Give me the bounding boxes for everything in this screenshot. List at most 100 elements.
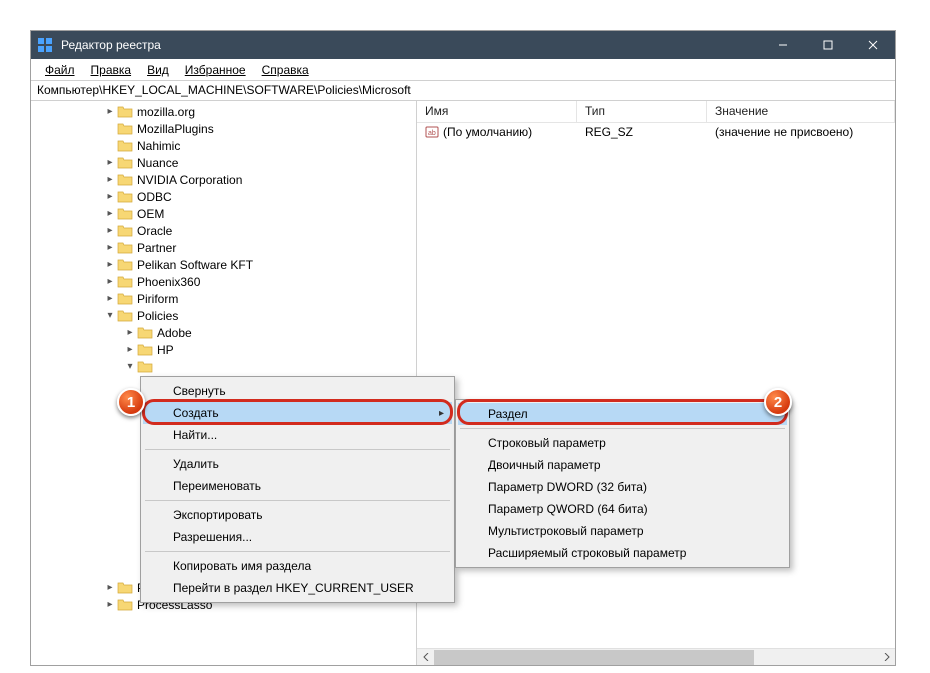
folder-icon bbox=[117, 122, 133, 136]
tree-item-label: mozilla.org bbox=[137, 105, 195, 119]
tree-item[interactable]: ▸ HP bbox=[31, 341, 416, 358]
menu-help[interactable]: Справка bbox=[254, 61, 317, 79]
tree-item[interactable]: ▸ Nuance bbox=[31, 154, 416, 171]
context-submenu-item[interactable]: Параметр QWORD (64 бита) bbox=[458, 498, 787, 520]
tree-item[interactable]: ▸Pelikan Software KFT bbox=[31, 256, 416, 273]
chevron-right-icon[interactable]: ▸ bbox=[103, 106, 117, 117]
tree-item[interactable]: ▸ mozilla.org bbox=[31, 103, 416, 120]
context-menu-item[interactable]: Перейти в раздел HKEY_CURRENT_USER bbox=[143, 577, 452, 599]
context-submenu-item[interactable]: Раздел bbox=[458, 403, 787, 425]
folder-icon bbox=[117, 207, 133, 221]
menu-separator bbox=[145, 551, 450, 552]
folder-icon bbox=[137, 360, 153, 374]
context-submenu-item[interactable]: Мультистроковый параметр bbox=[458, 520, 787, 542]
chevron-right-icon[interactable]: ▸ bbox=[103, 293, 117, 304]
tree-item[interactable]: ▸Oracle bbox=[31, 222, 416, 239]
horizontal-scrollbar[interactable] bbox=[417, 648, 895, 665]
context-submenu-item[interactable]: Двоичный параметр bbox=[458, 454, 787, 476]
chevron-right-icon[interactable]: ▸ bbox=[103, 242, 117, 253]
tree-item-label: Nuance bbox=[137, 156, 178, 170]
window-title: Редактор реестра bbox=[61, 38, 161, 52]
menu-separator bbox=[460, 428, 785, 429]
menu-edit[interactable]: Правка bbox=[83, 61, 140, 79]
menubar: Файл Правка Вид Избранное Справка bbox=[31, 59, 895, 81]
col-header-value[interactable]: Значение bbox=[707, 101, 895, 122]
scroll-left-icon[interactable] bbox=[417, 649, 434, 666]
folder-icon bbox=[117, 309, 133, 323]
tree-item[interactable]: ▸Adobe bbox=[31, 324, 416, 341]
context-submenu-item[interactable]: Строковый параметр bbox=[458, 432, 787, 454]
tree-item[interactable]: Nahimic bbox=[31, 137, 416, 154]
menu-item-label: Удалить bbox=[173, 457, 219, 471]
chevron-right-icon[interactable]: ▸ bbox=[103, 157, 117, 168]
chevron-right-icon[interactable]: ▸ bbox=[123, 327, 137, 338]
value-type: REG_SZ bbox=[577, 125, 707, 139]
tree-item[interactable]: ▸ Phoenix360 bbox=[31, 273, 416, 290]
chevron-down-icon[interactable]: ▾ bbox=[123, 361, 137, 372]
context-menu-item[interactable]: Создать▸ bbox=[143, 402, 452, 424]
tree-item-label: Partner bbox=[137, 241, 176, 255]
menu-item-label: Строковый параметр bbox=[488, 436, 606, 450]
menu-item-label: Двоичный параметр bbox=[488, 458, 601, 472]
context-menu-item[interactable]: Копировать имя раздела bbox=[143, 555, 452, 577]
tree-item[interactable]: MozillaPlugins bbox=[31, 120, 416, 137]
context-submenu-item[interactable]: Расширяемый строковый параметр bbox=[458, 542, 787, 564]
folder-icon bbox=[117, 156, 133, 170]
chevron-right-icon[interactable]: ▸ bbox=[123, 344, 137, 355]
tree-item-label: MozillaPlugins bbox=[137, 122, 214, 136]
tree-item[interactable]: ▸ OEM bbox=[31, 205, 416, 222]
col-header-name[interactable]: Имя bbox=[417, 101, 577, 122]
list-row[interactable]: ab (По умолчанию) REG_SZ (значение не пр… bbox=[417, 123, 895, 141]
chevron-right-icon[interactable]: ▸ bbox=[103, 259, 117, 270]
context-menu: СвернутьСоздать▸Найти... Удалить Переимено… bbox=[140, 376, 455, 603]
context-menu-item[interactable]: Переименовать bbox=[143, 475, 452, 497]
chevron-right-icon[interactable]: ▸ bbox=[103, 174, 117, 185]
context-menu-item[interactable]: Свернуть bbox=[143, 380, 452, 402]
chevron-right-icon[interactable]: ▸ bbox=[103, 582, 117, 593]
address-bar[interactable]: Компьютер\HKEY_LOCAL_MACHINE\SOFTWARE\Po… bbox=[31, 81, 895, 101]
minimize-button[interactable] bbox=[760, 31, 805, 59]
context-menu-item[interactable]: Разрешения... bbox=[143, 526, 452, 548]
menu-separator bbox=[145, 449, 450, 450]
tree-item-label: OEM bbox=[137, 207, 164, 221]
col-header-type[interactable]: Тип bbox=[577, 101, 707, 122]
chevron-down-icon[interactable]: ▾ bbox=[103, 310, 117, 321]
tree-item-label: Phoenix360 bbox=[137, 275, 200, 289]
chevron-right-icon[interactable]: ▸ bbox=[103, 191, 117, 202]
context-submenu: Раздел Строковый параметр Двоичный парамет… bbox=[455, 399, 790, 568]
folder-icon bbox=[137, 343, 153, 357]
tree-item-label: HP bbox=[157, 343, 174, 357]
maximize-button[interactable] bbox=[805, 31, 850, 59]
close-button[interactable] bbox=[850, 31, 895, 59]
menu-view[interactable]: Вид bbox=[139, 61, 177, 79]
menu-favorites[interactable]: Избранное bbox=[177, 61, 254, 79]
menu-item-label: Параметр DWORD (32 бита) bbox=[488, 480, 647, 494]
folder-icon bbox=[117, 224, 133, 238]
folder-icon bbox=[117, 598, 133, 612]
list-pane: Имя Тип Значение ab (По умолчанию) REG_S… bbox=[417, 101, 895, 665]
context-submenu-item[interactable]: Параметр DWORD (32 бита) bbox=[458, 476, 787, 498]
tree-item[interactable]: ▾ bbox=[31, 358, 416, 375]
chevron-right-icon[interactable]: ▸ bbox=[103, 225, 117, 236]
tree-item[interactable]: ▸ODBC bbox=[31, 188, 416, 205]
menu-file[interactable]: Файл bbox=[37, 61, 83, 79]
menu-item-label: Копировать имя раздела bbox=[173, 559, 311, 573]
chevron-right-icon[interactable]: ▸ bbox=[103, 208, 117, 219]
context-menu-item[interactable]: Экспортировать bbox=[143, 504, 452, 526]
submenu-arrow-icon: ▸ bbox=[439, 408, 444, 419]
tree-item[interactable]: ▸ Partner bbox=[31, 239, 416, 256]
menu-item-label: Разрешения... bbox=[173, 530, 252, 544]
window-controls bbox=[760, 31, 895, 59]
context-menu-item[interactable]: Удалить bbox=[143, 453, 452, 475]
folder-icon bbox=[117, 190, 133, 204]
annotation-badge: 1 bbox=[117, 388, 145, 416]
folder-icon bbox=[117, 581, 133, 595]
tree-item[interactable]: ▾Policies bbox=[31, 307, 416, 324]
tree-item[interactable]: ▸ Piriform bbox=[31, 290, 416, 307]
tree-item[interactable]: ▸NVIDIA Corporation bbox=[31, 171, 416, 188]
context-menu-item[interactable]: Найти... bbox=[143, 424, 452, 446]
chevron-right-icon[interactable]: ▸ bbox=[103, 599, 117, 610]
tree-item-label: Piriform bbox=[137, 292, 178, 306]
scroll-right-icon[interactable] bbox=[878, 649, 895, 666]
chevron-right-icon[interactable]: ▸ bbox=[103, 276, 117, 287]
